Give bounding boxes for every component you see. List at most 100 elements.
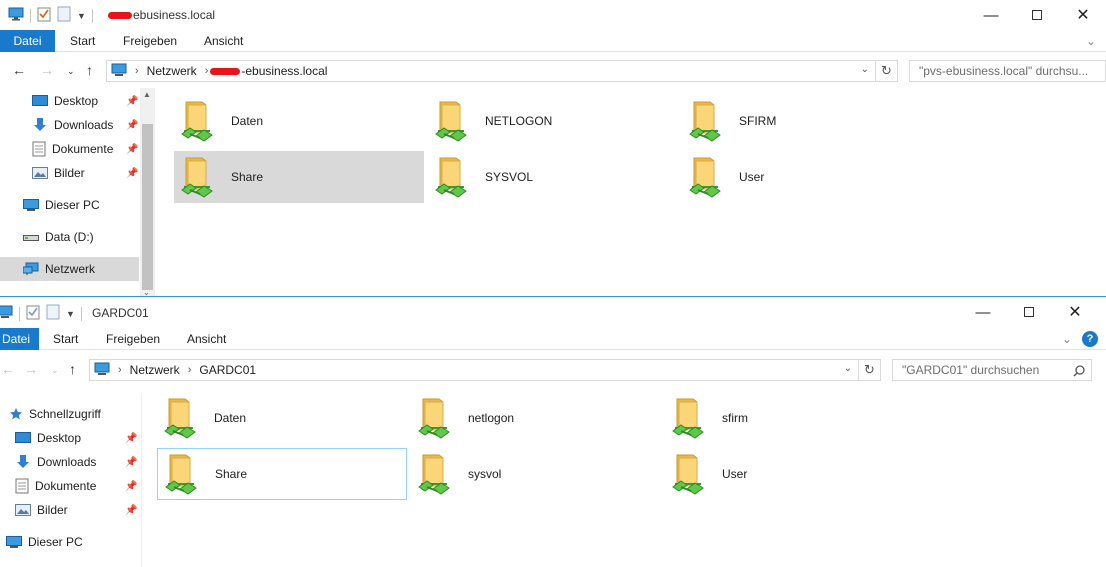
pin-icon[interactable]: 📌 (125, 457, 137, 468)
tab-datei[interactable]: Datei (0, 30, 55, 52)
address-bar[interactable]: › Netzwerk › GARDC01 ⌄ ↻ (89, 359, 881, 381)
address-bar[interactable]: › Netzwerk › -ebusiness.local ⌄ ↻ (106, 60, 898, 82)
network-share-folder-icon (686, 154, 724, 200)
forward-arrow-icon[interactable]: → (24, 361, 38, 377)
sidebar-item-downloads[interactable]: Downloads (15, 450, 96, 474)
tab-start[interactable]: Start (70, 30, 95, 52)
sidebar-item-desktop[interactable]: Desktop (32, 89, 98, 113)
share-tile-share[interactable]: Share (157, 448, 407, 500)
search-icon[interactable] (1073, 363, 1085, 380)
breadcrumb-separator-icon: › (187, 364, 192, 376)
tab-ansicht[interactable]: Ansicht (187, 328, 226, 350)
share-tile-daten[interactable]: Daten (174, 95, 424, 147)
search-input[interactable]: "GARDC01" durchsuchen (892, 359, 1092, 381)
share-tile-user[interactable]: User (665, 448, 915, 500)
sidebar-item-bilder[interactable]: Bilder (32, 161, 85, 185)
sidebar-item-bilder[interactable]: Bilder (15, 498, 68, 522)
sidebar-item-label: Dokumente (52, 142, 114, 156)
minimize-button[interactable]: — (968, 0, 1014, 30)
share-tile-netlogon[interactable]: netlogon (411, 392, 661, 444)
sidebar-scrollbar[interactable]: ▲ ⌄ (140, 88, 155, 297)
sidebar-item-schnellzugriff[interactable]: Schnellzugriff (9, 402, 101, 426)
tab-freigeben[interactable]: Freigeben (123, 30, 177, 52)
share-label: User (722, 467, 748, 481)
quick-access-toolbar: ▼ (8, 6, 93, 25)
new-folder-icon[interactable] (46, 304, 60, 323)
sidebar-item-dieser-pc[interactable]: Dieser PC (6, 530, 83, 554)
back-arrow-icon[interactable]: ← (1, 361, 15, 377)
customize-toolbar-caret-icon[interactable]: ▼ (77, 11, 86, 21)
recent-locations-icon[interactable]: ⌄ (51, 365, 59, 376)
properties-icon[interactable] (37, 6, 51, 25)
title-bar: ▼ ebusiness.local — ✕ (0, 0, 1106, 30)
close-button[interactable]: ✕ (1060, 0, 1106, 30)
back-arrow-icon[interactable]: ← (12, 62, 26, 78)
refresh-icon[interactable]: ↻ (875, 61, 897, 81)
sidebar-item-dokumente[interactable]: Dokumente (15, 474, 96, 498)
expand-ribbon-icon[interactable]: ⌄ (1086, 34, 1096, 48)
pin-icon[interactable]: 📌 (125, 481, 137, 492)
properties-icon[interactable] (26, 304, 40, 323)
window-title: GARDC01 (92, 306, 149, 320)
share-tile-daten[interactable]: Daten (157, 392, 407, 444)
pin-icon[interactable]: 📌 (126, 144, 138, 155)
recent-locations-icon[interactable]: ⌄ (67, 66, 75, 77)
scroll-up-icon[interactable]: ▲ (143, 90, 151, 99)
customize-toolbar-caret-icon[interactable]: ▼ (66, 309, 75, 319)
share-tile-sysvol[interactable]: sysvol (411, 448, 661, 500)
computer-icon[interactable] (8, 7, 24, 24)
pin-icon[interactable]: 📌 (125, 505, 137, 516)
pin-icon[interactable]: 📌 (126, 168, 138, 179)
expand-ribbon-icon[interactable]: ⌄ (1062, 332, 1072, 346)
breadcrumb-host[interactable]: GARDC01 (199, 363, 256, 377)
new-folder-icon[interactable] (57, 6, 71, 25)
up-arrow-icon[interactable]: ↑ (69, 361, 76, 377)
computer-icon[interactable] (0, 305, 13, 322)
maximize-button[interactable] (1014, 0, 1060, 30)
network-share-folder-icon (162, 451, 200, 497)
maximize-button[interactable] (1006, 297, 1052, 327)
breadcrumb-netzwerk[interactable]: Netzwerk (130, 363, 180, 377)
tab-start[interactable]: Start (53, 328, 78, 350)
breadcrumb-host[interactable]: -ebusiness.local (210, 64, 327, 78)
redaction-mark (108, 12, 132, 20)
sidebar-item-desktop[interactable]: Desktop (15, 426, 81, 450)
minimize-button[interactable]: — (960, 297, 1006, 327)
network-location-icon (111, 63, 127, 80)
share-tile-share[interactable]: Share (174, 151, 424, 203)
sidebar-item-label: Netzwerk (45, 262, 96, 276)
sidebar-item-netzwerk[interactable]: Netzwerk (0, 257, 139, 281)
explorer-window-1: ▼ ebusiness.local — ✕ Datei Start Freige… (0, 0, 1106, 297)
tab-datei[interactable]: Datei (0, 328, 39, 350)
sidebar-item-data-d[interactable]: Data (D:) (23, 225, 94, 249)
help-icon[interactable]: ? (1082, 331, 1098, 347)
refresh-icon[interactable]: ↻ (858, 360, 880, 380)
explorer-window-2: ▼ GARDC01 — ✕ Datei Start Freigeben Ansi… (0, 296, 1106, 567)
tab-ansicht[interactable]: Ansicht (204, 30, 243, 52)
pin-icon[interactable]: 📌 (126, 120, 138, 131)
sidebar-item-dieser-pc[interactable]: Dieser PC (23, 193, 100, 217)
share-tile-sysvol[interactable]: SYSVOL (428, 151, 678, 203)
scrollbar-thumb[interactable] (142, 124, 153, 290)
sidebar-item-dokumente[interactable]: Dokumente (32, 137, 113, 161)
documents-icon (15, 478, 29, 494)
address-dropdown-icon[interactable]: ⌄ (844, 363, 852, 374)
forward-arrow-icon[interactable]: → (40, 62, 54, 78)
address-dropdown-icon[interactable]: ⌄ (861, 64, 869, 75)
documents-icon (32, 141, 46, 157)
share-tile-netlogon[interactable]: NETLOGON (428, 95, 678, 147)
up-arrow-icon[interactable]: ↑ (86, 62, 93, 78)
sidebar-item-label: Schnellzugriff (29, 407, 101, 421)
breadcrumb-netzwerk[interactable]: Netzwerk (147, 64, 197, 78)
sidebar-item-downloads[interactable]: Downloads (32, 113, 113, 137)
share-tile-sfirm[interactable]: SFIRM (682, 95, 932, 147)
pin-icon[interactable]: 📌 (126, 96, 138, 107)
pin-icon[interactable]: 📌 (125, 433, 137, 444)
share-tile-sfirm[interactable]: sfirm (665, 392, 915, 444)
search-input[interactable]: "pvs-ebusiness.local" durchsu... (909, 60, 1106, 82)
close-button[interactable]: ✕ (1052, 297, 1098, 327)
tab-freigeben[interactable]: Freigeben (106, 328, 160, 350)
network-share-folder-icon (415, 395, 453, 441)
share-label: Share (215, 467, 248, 481)
share-tile-user[interactable]: User (682, 151, 932, 203)
